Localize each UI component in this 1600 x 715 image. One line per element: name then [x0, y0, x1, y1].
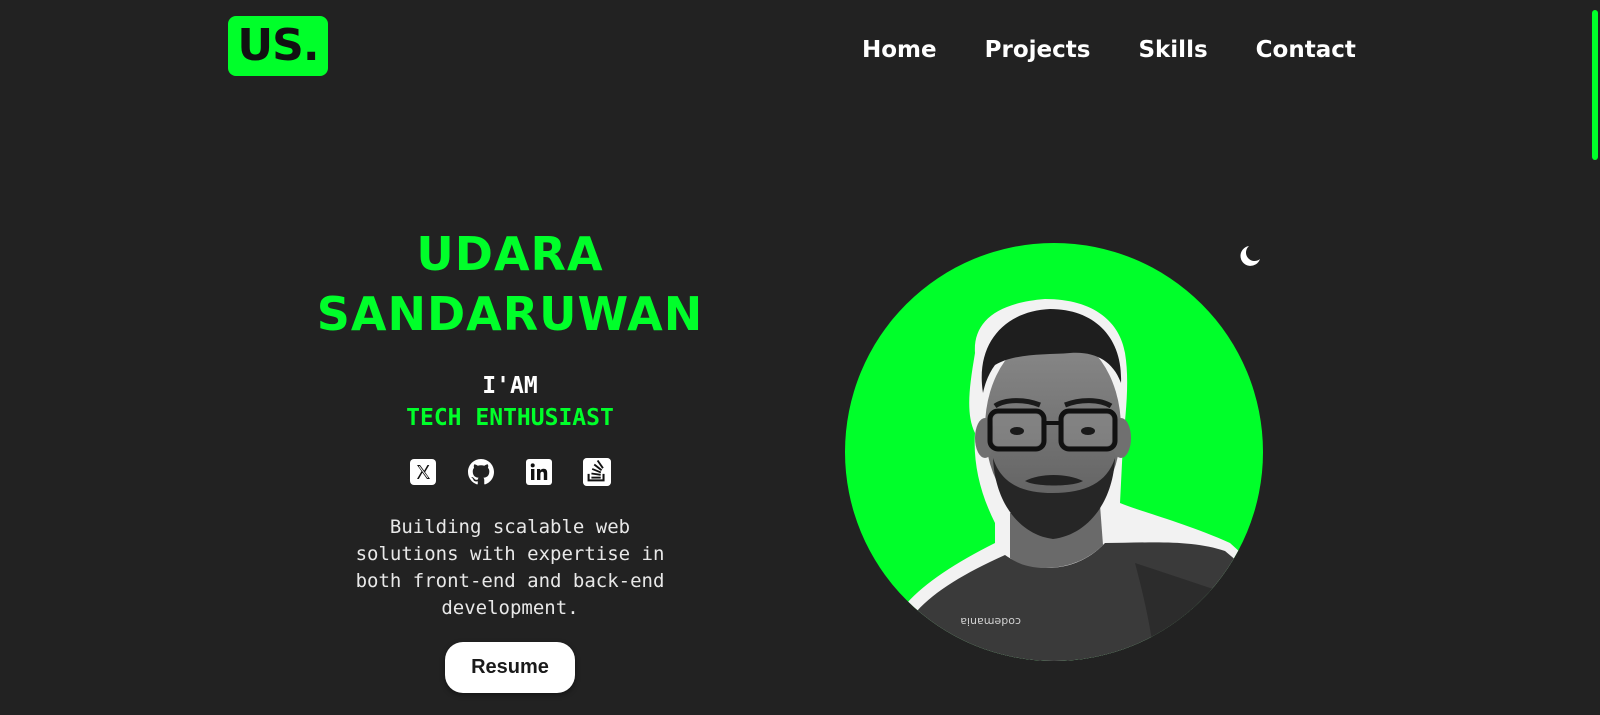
nav-projects-link[interactable]: Projects [985, 34, 1091, 66]
github-icon [468, 459, 494, 485]
hero-name-last: SANDARUWAN [316, 287, 704, 341]
main-nav: Home Projects Skills Contact [862, 34, 1356, 66]
resume-button[interactable]: Resume [445, 642, 575, 693]
nav-contact-link[interactable]: Contact [1256, 34, 1356, 66]
scrollbar-thumb[interactable] [1592, 10, 1598, 160]
page-scrollbar[interactable] [1590, 0, 1600, 715]
shirt-logo-text: codemania [960, 615, 1021, 628]
x-twitter-icon [410, 459, 436, 485]
hero-role: TECH ENTHUSIAST [406, 405, 614, 431]
hero-name: UDARA SANDARUWAN [310, 224, 710, 344]
nav-skills-link[interactable]: Skills [1138, 34, 1207, 66]
avatar: codemania [845, 243, 1263, 661]
nav-home-link[interactable]: Home [862, 34, 937, 66]
hero-intro-text: I'AM [482, 373, 538, 399]
profile-photo: codemania [845, 243, 1263, 661]
hero-intro: UDARA SANDARUWAN I'AM TECH ENTHUSIAST Bu… [310, 224, 710, 693]
linkedin-link[interactable] [525, 458, 553, 486]
twitter-link[interactable] [409, 458, 437, 486]
hero-description: Building scalable web solutions with exp… [355, 516, 665, 619]
portfolio-page: US. Home Projects Skills Contact UDARA S… [0, 0, 1600, 715]
linkedin-icon [526, 459, 552, 485]
stackoverflow-icon [583, 458, 611, 486]
social-links [310, 456, 710, 488]
github-link[interactable] [467, 458, 495, 486]
logo[interactable]: US. [228, 16, 328, 76]
stackoverflow-link[interactable] [583, 458, 611, 486]
hero-name-first: UDARA [416, 227, 604, 281]
